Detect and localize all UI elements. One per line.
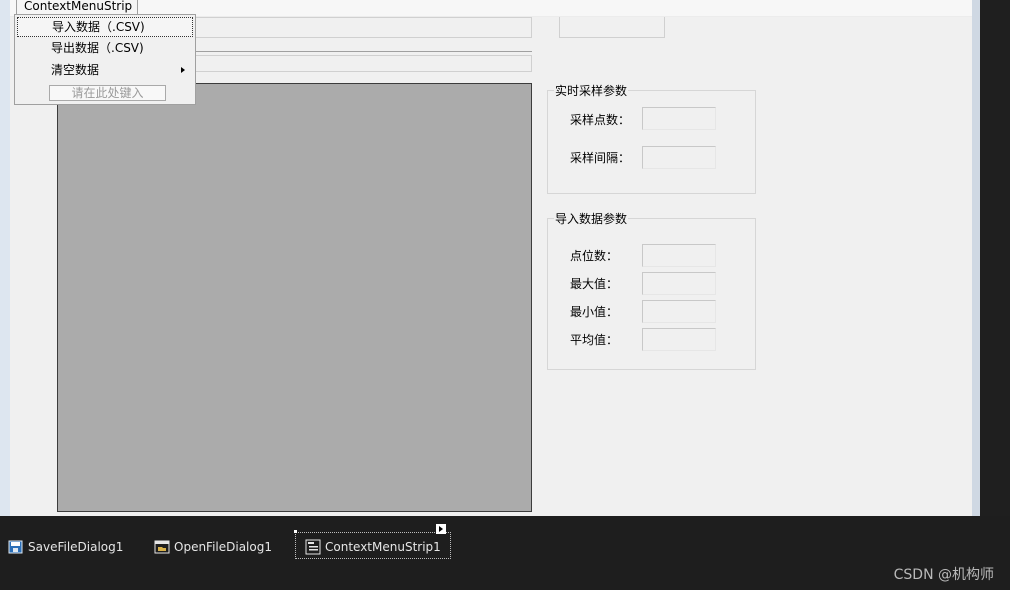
second-textbox[interactable] — [190, 55, 532, 72]
avg-value-input[interactable] — [642, 328, 716, 351]
context-menu-strip-icon — [305, 539, 321, 555]
menu-item-clear-label: 清空数据 — [51, 63, 100, 77]
save-dialog-icon — [8, 539, 24, 555]
menu-item-export-label: 导出数据（.CSV) — [51, 41, 144, 55]
open-dialog-icon — [154, 539, 170, 555]
tray-item-cms-label: ContextMenuStrip1 — [325, 540, 441, 554]
realtime-group-title: 实时采样参数 — [554, 82, 629, 99]
tray-item-save-label: SaveFileDialog1 — [28, 540, 124, 554]
sample-count-input[interactable] — [642, 107, 716, 130]
max-value-input[interactable] — [642, 272, 716, 295]
tray-item-open-label: OpenFileDialog1 — [174, 540, 272, 554]
menu-item-import-label: 导入数据（.CSV) — [52, 20, 145, 34]
point-count-label: 点位数： — [570, 249, 619, 263]
sample-interval-label: 采样间隔： — [570, 151, 631, 165]
min-value-input[interactable] — [642, 300, 716, 323]
tray-item-savefiledialog[interactable]: SaveFileDialog1 — [8, 535, 123, 559]
sample-count-label: 采样点数： — [570, 113, 631, 127]
right-dark-edge — [980, 0, 1010, 516]
import-data-group: 导入数据参数 点位数： 最大值： 最小值： 平均值： — [547, 210, 756, 370]
import-group-title: 导入数据参数 — [554, 210, 629, 227]
selection-grip-icon[interactable] — [294, 530, 297, 533]
submenu-arrow-icon — [181, 67, 185, 73]
menu-item-clear-data[interactable]: 清空数据 — [17, 60, 193, 80]
tray-item-contextmenustrip[interactable]: ContextMenuStrip1 — [305, 535, 441, 559]
menu-type-here-entry[interactable]: 请在此处键入 — [49, 85, 166, 101]
watermark-text: CSDN @机构师 — [893, 567, 994, 583]
context-menu-tab[interactable]: ContextMenuStrip — [16, 0, 138, 15]
form-right-border — [972, 0, 980, 516]
min-value-label: 最小值： — [570, 305, 619, 319]
context-menu: 导入数据（.CSV) 导出数据（.CSV) 清空数据 请在此处键入 — [14, 14, 196, 105]
sample-interval-input[interactable] — [642, 146, 716, 169]
menu-item-import-csv[interactable]: 导入数据（.CSV) — [17, 17, 193, 37]
max-value-label: 最大值： — [570, 277, 619, 291]
point-count-input[interactable] — [642, 244, 716, 267]
top-right-box — [559, 17, 665, 38]
top-textbox[interactable] — [190, 17, 532, 38]
realtime-sampling-group: 实时采样参数 采样点数： 采样间隔： — [547, 82, 756, 194]
component-tray — [0, 516, 1010, 590]
avg-value-label: 平均值： — [570, 333, 619, 347]
separator-line — [192, 51, 532, 52]
smart-tag-arrow-icon[interactable] — [436, 524, 446, 534]
tray-item-openfiledialog[interactable]: OpenFileDialog1 — [154, 535, 272, 559]
menu-item-export-csv[interactable]: 导出数据（.CSV) — [17, 38, 193, 58]
plot-panel[interactable] — [57, 83, 532, 512]
